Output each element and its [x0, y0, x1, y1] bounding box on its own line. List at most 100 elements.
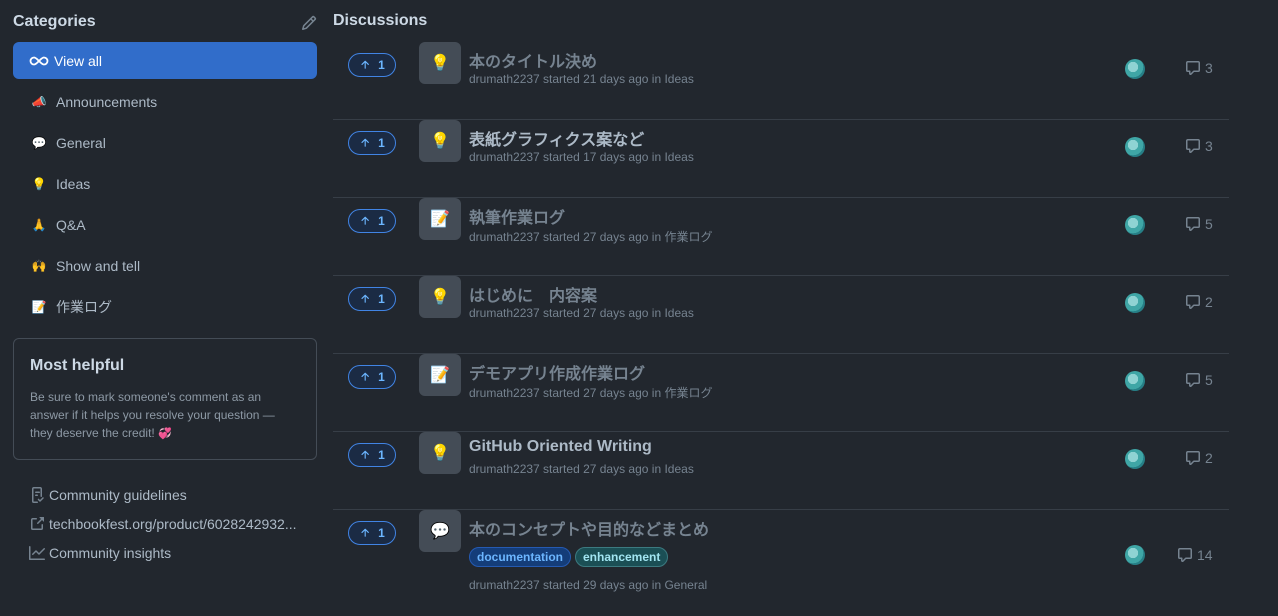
upvote-button[interactable]: 1: [348, 287, 396, 311]
most-helpful-title: Most helpful: [30, 357, 125, 374]
vote-count: 1: [378, 214, 385, 228]
comment-number: 3: [1205, 138, 1213, 154]
discussion-title[interactable]: 表紙グラフィクス案など: [469, 126, 644, 150]
discussion-row[interactable]: 1 📝 執筆作業ログ drumath2237 started 27 days a…: [333, 198, 1229, 276]
category-label: View all: [54, 52, 102, 69]
discussion-meta: drumath2237 started 27 days ago in Ideas: [469, 306, 694, 320]
avatar[interactable]: [1125, 59, 1145, 79]
categories-sidebar: Categories View all 📣 Announcements 💬 Ge…: [13, 0, 317, 567]
community-insights-link[interactable]: Community insights: [29, 538, 317, 567]
avatar[interactable]: [1125, 293, 1145, 313]
vote-count: 1: [378, 292, 385, 306]
folded-hands-icon: 🙏: [31, 217, 47, 232]
upvote-button[interactable]: 1: [348, 131, 396, 155]
megaphone-icon: 📣: [31, 94, 47, 109]
label-list: documentation enhancement: [469, 547, 669, 567]
comment-count: 14: [1177, 547, 1213, 563]
comment-number: 3: [1205, 60, 1213, 76]
comment-number: 2: [1205, 450, 1213, 466]
category-item-announcements[interactable]: 📣 Announcements: [13, 83, 317, 120]
category-label: General: [56, 134, 106, 151]
external-link-icon: [31, 516, 44, 530]
discussion-row[interactable]: 1 💡 はじめに 内容案 drumath2237 started 27 days…: [333, 276, 1229, 354]
label-enhancement[interactable]: enhancement: [575, 547, 669, 567]
most-helpful-body: Be sure to mark someone's comment as an …: [30, 388, 300, 443]
external-product-link[interactable]: techbookfest.org/product/6028242932...: [29, 509, 317, 538]
lightbulb-icon: 💡: [419, 120, 461, 162]
comment-icon: [1186, 217, 1200, 231]
vote-count: 1: [378, 58, 385, 72]
category-item-work-log[interactable]: 📝 作業ログ: [13, 288, 317, 325]
comment-icon: [1186, 61, 1200, 75]
avatar[interactable]: [1125, 449, 1145, 469]
vote-count: 1: [378, 370, 385, 384]
lightbulb-icon: 💡: [419, 42, 461, 84]
categories-title: Categories: [13, 13, 96, 30]
arrow-up-icon: [361, 372, 370, 381]
category-label: Show and tell: [56, 257, 141, 274]
category-item-ideas[interactable]: 💡 Ideas: [13, 165, 317, 202]
sidebar-links: Community guidelines techbookfest.org/pr…: [13, 480, 317, 567]
comment-icon: [1186, 373, 1200, 387]
comment-number: 2: [1205, 294, 1213, 310]
arrow-up-icon: [361, 138, 370, 147]
upvote-button[interactable]: 1: [348, 365, 396, 389]
memo-icon: 📝: [419, 198, 461, 240]
comment-icon: [1178, 548, 1192, 562]
speech-bubble-icon: 💬: [419, 510, 461, 552]
upvote-button[interactable]: 1: [348, 443, 396, 467]
avatar[interactable]: [1125, 545, 1145, 565]
category-item-qa[interactable]: 🙏 Q&A: [13, 206, 317, 243]
discussion-meta: drumath2237 started 21 days ago in Ideas: [469, 72, 694, 86]
link-label: Community insights: [49, 544, 172, 561]
pencil-icon[interactable]: [301, 15, 317, 31]
discussion-row[interactable]: 1 💬 本のコンセプトや目的などまとめ documentation enhanc…: [333, 510, 1229, 616]
discussions-panel: Discussions 1 💡 本のタイトル決め drumath2237 sta…: [333, 0, 1229, 616]
discussion-row[interactable]: 1 💡 表紙グラフィクス案など drumath2237 started 17 d…: [333, 120, 1229, 198]
arrow-up-icon: [361, 528, 370, 537]
avatar[interactable]: [1125, 137, 1145, 157]
comment-icon: [1186, 139, 1200, 153]
discussion-title[interactable]: 執筆作業ログ: [469, 204, 565, 228]
link-label: Community guidelines: [49, 486, 187, 503]
upvote-button[interactable]: 1: [348, 209, 396, 233]
comment-count: 3: [1185, 138, 1213, 154]
infinity-icon: [28, 55, 50, 67]
comment-number: 5: [1205, 216, 1213, 232]
discussion-title[interactable]: GitHub Oriented Writing: [469, 438, 652, 456]
discussion-row[interactable]: 1 💡 GitHub Oriented Writing drumath2237 …: [333, 432, 1229, 510]
discussion-meta: drumath2237 started 27 days ago in Ideas: [469, 462, 694, 476]
comment-count: 5: [1185, 216, 1213, 232]
discussion-title[interactable]: 本のコンセプトや目的などまとめ: [469, 516, 709, 540]
upvote-button[interactable]: 1: [348, 521, 396, 545]
category-label: Ideas: [56, 175, 91, 192]
discussion-meta: drumath2237 started 27 days ago in 作業ログ: [469, 230, 713, 244]
most-helpful-text: Be sure to mark someone's comment as an …: [30, 390, 275, 440]
arrow-up-icon: [361, 216, 370, 225]
category-item-show-and-tell[interactable]: 🙌 Show and tell: [13, 247, 317, 284]
link-label: techbookfest.org/product/6028242932...: [49, 515, 297, 532]
discussion-row[interactable]: 1 💡 本のタイトル決め drumath2237 started 21 days…: [333, 42, 1229, 120]
memo-icon: 📝: [31, 299, 47, 314]
avatar[interactable]: [1125, 371, 1145, 391]
category-item-general[interactable]: 💬 General: [13, 124, 317, 161]
speech-bubble-icon: 💬: [31, 135, 47, 150]
comment-count: 2: [1185, 450, 1213, 466]
label-documentation[interactable]: documentation: [469, 547, 571, 567]
lightbulb-icon: 💡: [419, 276, 461, 318]
discussion-row[interactable]: 1 📝 デモアプリ作成作業ログ drumath2237 started 27 d…: [333, 354, 1229, 432]
graph-icon: [29, 545, 45, 560]
avatar[interactable]: [1125, 215, 1145, 235]
upvote-button[interactable]: 1: [348, 53, 396, 77]
category-item-view-all[interactable]: View all: [13, 42, 317, 79]
arrow-up-icon: [361, 60, 370, 69]
comment-count: 5: [1185, 372, 1213, 388]
vote-count: 1: [378, 448, 385, 462]
arrow-up-icon: [361, 450, 370, 459]
memo-icon: 📝: [419, 354, 461, 396]
discussion-title[interactable]: はじめに 内容案: [469, 282, 597, 306]
category-label: 作業ログ: [56, 298, 112, 315]
community-guidelines-link[interactable]: Community guidelines: [29, 480, 317, 509]
discussion-title[interactable]: 本のタイトル決め: [469, 48, 597, 72]
discussion-title[interactable]: デモアプリ作成作業ログ: [469, 360, 645, 384]
